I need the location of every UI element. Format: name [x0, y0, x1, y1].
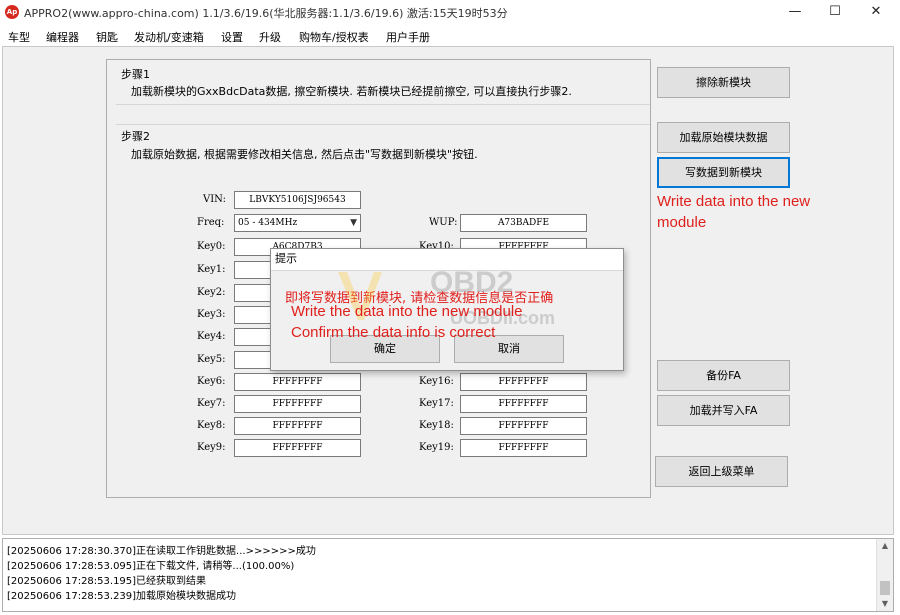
- key-field[interactable]: FFFFFFFF: [234, 373, 361, 391]
- key-label: Key16:: [419, 376, 454, 387]
- maximize-icon[interactable]: ☐: [815, 0, 855, 24]
- key-field[interactable]: FFFFFFFF: [460, 373, 587, 391]
- menu-key[interactable]: 钥匙: [96, 29, 118, 45]
- step-divider: [116, 104, 650, 105]
- title-bar: Ap APPRO2(www.appro-china.com) 1.1/3.6/1…: [0, 0, 900, 24]
- menu-manual[interactable]: 用户手册: [386, 29, 430, 45]
- key-label: Key3:: [197, 309, 226, 320]
- close-icon[interactable]: ✕: [856, 0, 896, 24]
- key-field[interactable]: FFFFFFFF: [234, 417, 361, 435]
- window-title: APPRO2(www.appro-china.com) 1.1/3.6/19.6…: [24, 7, 508, 20]
- dialog-annotation: Confirm the data info is correct: [291, 324, 496, 341]
- menu-settings[interactable]: 设置: [221, 29, 243, 45]
- freq-value: 05 - 434MHz: [238, 218, 298, 228]
- erase-module-button[interactable]: 擦除新模块: [657, 67, 790, 98]
- menu-bar: 车型 编程器 钥匙 发动机/变速箱 设置 升级 购物车/授权表 用户手册: [0, 25, 900, 45]
- key-label: Key19:: [419, 442, 454, 453]
- vin-field[interactable]: LBVKY5106JSJ96543: [234, 191, 361, 209]
- wup-field[interactable]: A73BADFE: [460, 214, 587, 232]
- step-divider: [116, 124, 650, 125]
- step2-desc: 加载原始数据, 根据需要修改相关信息, 然后点击"写数据到新模块"按钮.: [131, 148, 478, 161]
- dialog-annotation: Write the data into the new module: [291, 303, 523, 320]
- backup-fa-button[interactable]: 备份FA: [657, 360, 790, 391]
- back-menu-button[interactable]: 返回上级菜单: [655, 456, 788, 487]
- key-label: Key1:: [197, 264, 226, 275]
- log-line: [20250606 17:28:53.095]正在下载文件, 请稍等...(10…: [7, 561, 295, 572]
- key-field[interactable]: FFFFFFFF: [234, 439, 361, 457]
- key-label: Key5:: [197, 354, 226, 365]
- load-write-fa-button[interactable]: 加载并写入FA: [657, 395, 790, 426]
- freq-select[interactable]: 05 - 434MHz ▼: [234, 214, 361, 232]
- vin-label: VIN:: [203, 194, 226, 205]
- key-label: Key17:: [419, 398, 454, 409]
- app-logo-icon: Ap: [5, 5, 19, 19]
- annotation-text: Write data into the new: [657, 193, 811, 210]
- log-line: [20250606 17:28:30.370]正在读取工作钥匙数据...>>>>…: [7, 546, 316, 557]
- load-original-data-button[interactable]: 加载原始模块数据: [657, 122, 790, 153]
- menu-engine[interactable]: 发动机/变速箱: [134, 29, 204, 45]
- key-label: Key0:: [197, 241, 226, 252]
- write-new-module-button[interactable]: 写数据到新模块: [657, 157, 790, 188]
- key-field[interactable]: FFFFFFFF: [460, 439, 587, 457]
- key-field[interactable]: FFFFFFFF: [234, 395, 361, 413]
- key-label: Key7:: [197, 398, 226, 409]
- freq-label: Freq:: [197, 217, 225, 228]
- key-label: Key8:: [197, 420, 226, 431]
- step2-title: 步骤2: [121, 130, 150, 143]
- menu-programmer[interactable]: 编程器: [46, 29, 79, 45]
- log-scrollbar[interactable]: ▲ ▼: [876, 539, 893, 611]
- step1-desc: 加载新模块的GxxBdcData数据, 擦空新模块. 若新模块已经提前擦空, 可…: [131, 85, 572, 98]
- menu-cart[interactable]: 购物车/授权表: [299, 29, 369, 45]
- key-label: Key6:: [197, 376, 226, 387]
- minimize-icon[interactable]: —: [775, 0, 815, 24]
- wup-label: WUP:: [429, 217, 458, 228]
- annotation-text: module: [657, 214, 707, 231]
- chevron-down-icon: ▼: [350, 218, 357, 228]
- key-label: Key18:: [419, 420, 454, 431]
- menu-vehicle[interactable]: 车型: [8, 29, 30, 45]
- step1-title: 步骤1: [121, 68, 150, 81]
- scroll-thumb[interactable]: [880, 581, 890, 595]
- key-label: Key9:: [197, 442, 226, 453]
- key-label: Key2:: [197, 287, 226, 298]
- scroll-up-icon[interactable]: ▲: [877, 539, 893, 553]
- log-line: [20250606 17:28:53.239]加载原始模块数据成功: [7, 591, 237, 602]
- scroll-down-icon[interactable]: ▼: [877, 597, 893, 611]
- log-line: [20250606 17:28:53.195]已经获取到结果: [7, 576, 207, 587]
- key-field[interactable]: FFFFFFFF: [460, 417, 587, 435]
- menu-upgrade[interactable]: 升级: [259, 29, 281, 45]
- key-label: Key4:: [197, 331, 226, 342]
- watermark-brand: OBD2: [430, 266, 514, 299]
- log-panel[interactable]: [20250606 17:28:30.370]正在读取工作钥匙数据...>>>>…: [2, 538, 894, 612]
- key-field[interactable]: FFFFFFFF: [460, 395, 587, 413]
